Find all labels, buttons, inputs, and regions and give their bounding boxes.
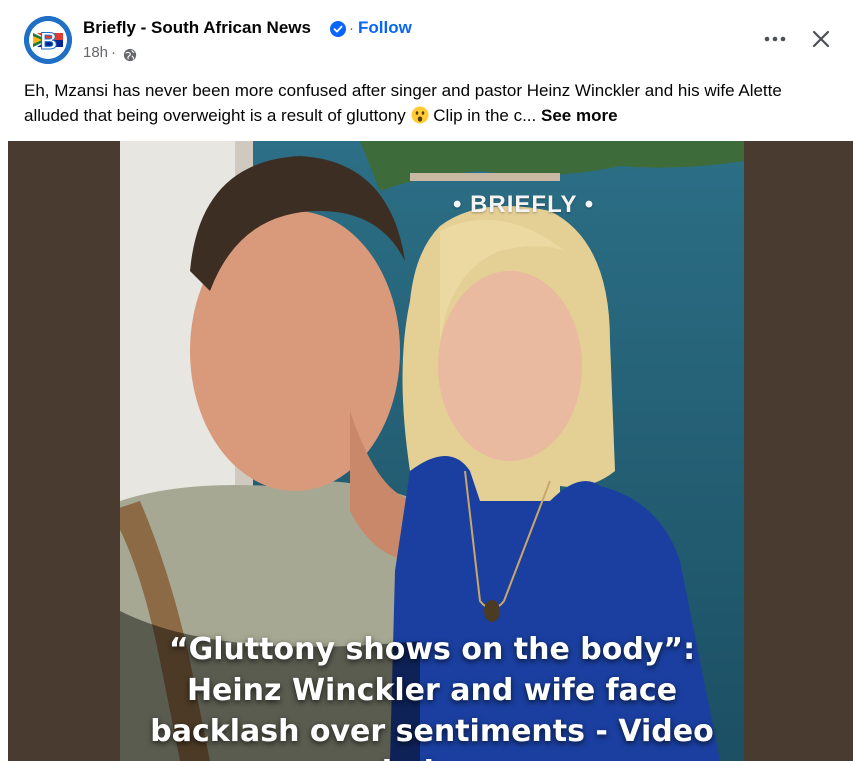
post-header: B Briefly - South African News · Follow … [0,0,853,70]
post-meta: 18h · [83,44,119,61]
see-more-link[interactable]: See more [541,106,618,125]
more-horizontal-icon [764,36,786,42]
close-icon [812,30,830,48]
post-media[interactable]: • BRIEFLY • “Gluttony shows on the body”… [8,141,853,761]
post-caption: Eh, Mzansi has never been more confused … [24,78,824,128]
meta-separator: · [111,44,117,61]
page-name[interactable]: Briefly - South African News [83,18,311,38]
post-time[interactable]: 18h [83,44,108,61]
briefly-watermark: • BRIEFLY • [453,191,595,218]
close-button[interactable] [806,24,836,54]
more-options-button[interactable] [758,24,792,54]
verified-badge-icon [330,21,346,37]
page-avatar[interactable]: B [24,16,72,64]
svg-text:B: B [40,28,57,55]
facebook-post: B Briefly - South African News · Follow … [0,0,853,761]
follow-button[interactable]: Follow [358,18,412,38]
caption-text: Eh, Mzansi has never been more confused … [24,81,782,125]
briefly-logo-icon: B [24,16,72,64]
shocked-face-emoji-icon [411,106,429,124]
media-headline: “Gluttony shows on the body”: Heinz Winc… [150,632,714,761]
globe-icon[interactable] [123,48,137,62]
separator-dot: · [349,20,354,37]
caption-tail: Clip in the c... [433,106,537,125]
